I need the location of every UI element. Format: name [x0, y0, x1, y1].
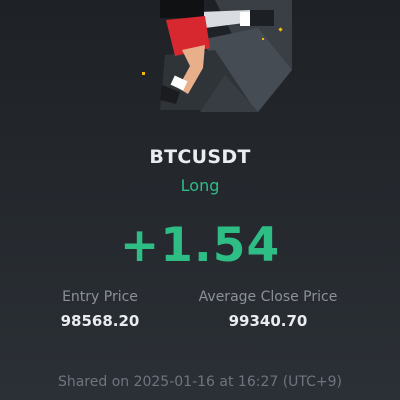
entry-price-value: 98568.20: [60, 312, 140, 330]
sparkle: [142, 72, 145, 75]
pnl-value: +1.54: [119, 218, 281, 273]
shared-timestamp: Shared on 2025-01-16 at 16:27 (UTC+9): [57, 374, 343, 390]
character-hand: [240, 12, 250, 26]
character-head: [160, 0, 204, 18]
average-close-price-block: Average Close Price 99340.70: [188, 287, 348, 331]
position-side: Long: [180, 176, 220, 195]
trading-pair-symbol: BTCUSDT: [149, 146, 251, 168]
entry-price-label: Entry Price: [62, 289, 138, 305]
sparkle: [262, 38, 264, 40]
character-cuff: [250, 10, 274, 26]
trader-illustration: [142, 0, 292, 112]
average-close-price-label: Average Close Price: [198, 289, 338, 305]
average-close-price-value: 99340.70: [228, 312, 308, 330]
entry-price-block: Entry Price 98568.20: [40, 287, 160, 331]
